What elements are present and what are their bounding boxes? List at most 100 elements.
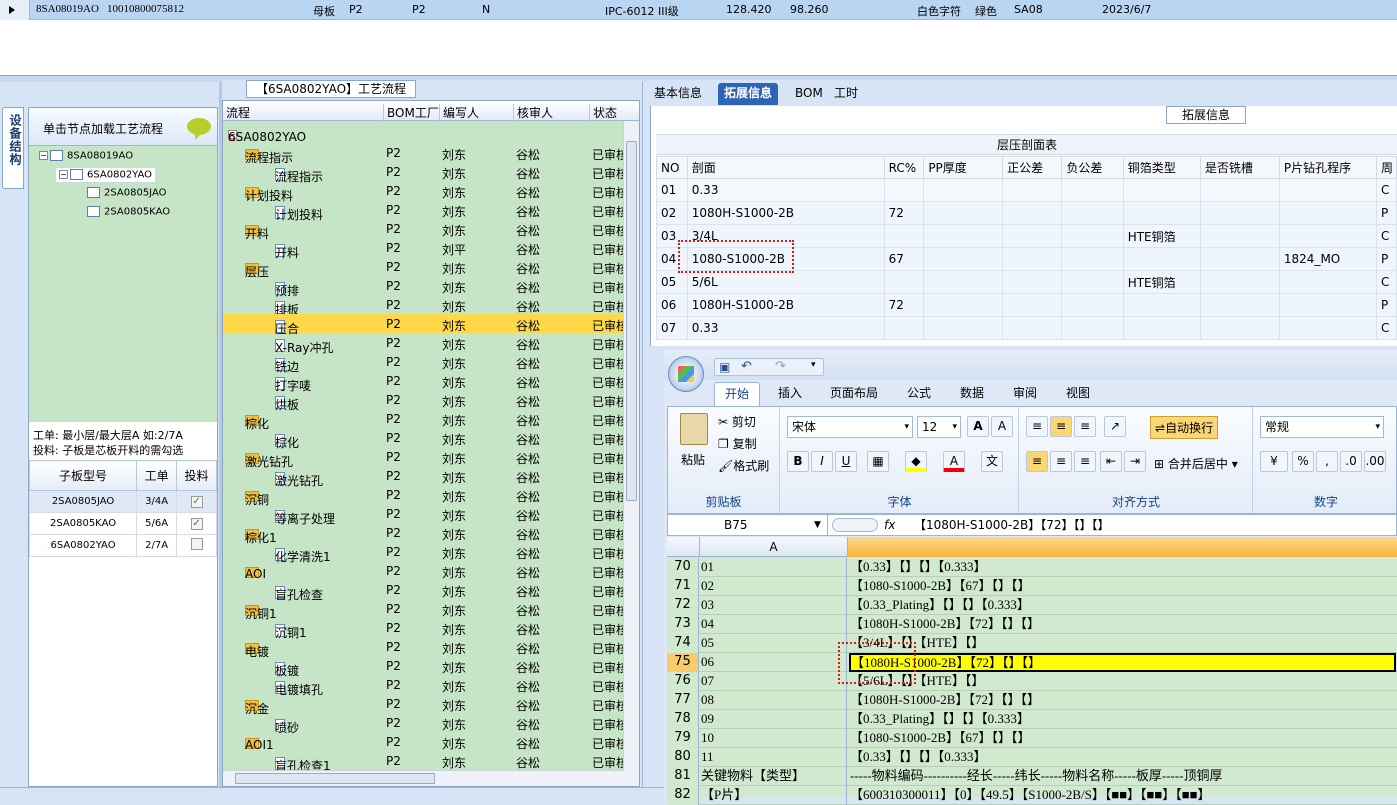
cell-b[interactable]: 【0.33】【】【】【0.333】 xyxy=(850,748,1397,767)
collapse-icon[interactable]: − xyxy=(59,169,68,179)
table-cell[interactable] xyxy=(1061,178,1124,202)
checkbox[interactable]: ✓ xyxy=(190,495,203,508)
process-row[interactable]: −沉金P2刘东谷松已审核 xyxy=(223,694,628,716)
column-b-header[interactable] xyxy=(848,537,1397,557)
table-cell[interactable]: 72 xyxy=(883,201,925,225)
table-row[interactable]: 06 1080H-S1000-2B 72 P xyxy=(656,293,1397,317)
table-cell[interactable] xyxy=(1199,316,1280,340)
cell-a[interactable]: 03 xyxy=(701,596,847,615)
formula-expand-icon[interactable] xyxy=(832,518,878,532)
sheet-row[interactable]: 81 关键物料【类型】 -----物料编码----------经长-----纬长--… xyxy=(667,767,1397,786)
cell-a[interactable]: 08 xyxy=(701,691,847,710)
table-cell[interactable] xyxy=(883,224,925,248)
row-number[interactable]: 74 xyxy=(667,634,699,653)
sheet-row[interactable]: 79 10 【1080-S1000-2B】【67】【】【】 xyxy=(667,729,1397,748)
sheet-row[interactable]: 73 04 【1080H-S1000-2B】【72】【】【】 xyxy=(667,615,1397,634)
table-cell[interactable]: HTE铜箔 xyxy=(1122,224,1201,248)
table-cell[interactable] xyxy=(923,293,1004,317)
tree-root-row[interactable]: − ⌂ 6SA0802YAO xyxy=(223,124,625,144)
table-row[interactable]: 07 0.33 C xyxy=(656,316,1397,340)
format-painter-button[interactable]: 🖌格式刷 xyxy=(718,457,769,474)
checkbox[interactable] xyxy=(190,538,203,550)
process-row[interactable]: 打字唛 P2 刘东 谷松 已审核 xyxy=(223,371,628,393)
cell-b[interactable]: -----物料编码----------经长-----纬长-----物料名称---… xyxy=(850,767,1397,786)
paste-icon[interactable] xyxy=(680,413,708,445)
ribbon-tab-data[interactable]: 数据 xyxy=(950,382,994,406)
comma-icon[interactable]: , xyxy=(1316,451,1338,472)
process-row[interactable]: −沉铜P2刘东谷松已审核 xyxy=(223,485,628,507)
table-cell[interactable] xyxy=(1002,270,1063,294)
cell-b[interactable]: 【600310300011】【0】【49.5】【S1000-2B/S】【■■】【… xyxy=(850,786,1397,805)
table-row[interactable]: 2SA0805JAO 3/4A ✓ xyxy=(28,490,217,513)
fx-icon[interactable]: fx xyxy=(884,515,895,535)
row-number[interactable]: 79 xyxy=(667,729,699,748)
col-header[interactable]: BOM工厂 xyxy=(383,104,439,122)
tree-node-root[interactable]: − 8SA08019AO xyxy=(39,150,133,162)
align-middle-icon[interactable]: ≡ xyxy=(1050,416,1072,437)
table-cell[interactable]: P xyxy=(1376,201,1397,225)
table-row[interactable]: 01 0.33 C xyxy=(656,178,1397,202)
table-cell[interactable] xyxy=(1199,178,1280,202)
col-header[interactable]: 正公差 xyxy=(1002,156,1063,179)
process-row[interactable]: 铣边 P2 刘东 谷松 已审核 xyxy=(223,352,628,374)
cell-order[interactable]: 2/7A xyxy=(136,534,178,557)
table-cell[interactable] xyxy=(883,270,925,294)
table-cell[interactable] xyxy=(1002,247,1063,271)
sheet-row[interactable]: 78 09 【0.33_Plating】【】【】【0.333】 xyxy=(667,710,1397,729)
process-row[interactable]: −沉铜1P2刘东谷松已审核 xyxy=(223,599,628,621)
col-header[interactable]: 编写人 xyxy=(439,104,479,122)
sheet-row[interactable]: 70 01 【0.33】【】【】【0.333】 xyxy=(667,558,1397,577)
table-cell[interactable]: C xyxy=(1376,270,1397,294)
increase-indent-icon[interactable]: ⇥ xyxy=(1124,451,1146,472)
row-number[interactable]: 70 xyxy=(667,558,699,577)
shrink-font-icon[interactable]: A xyxy=(991,416,1013,437)
table-cell[interactable] xyxy=(1061,316,1124,340)
table-cell[interactable] xyxy=(923,270,1004,294)
underline-icon[interactable]: U xyxy=(835,451,857,472)
table-cell[interactable] xyxy=(1061,201,1124,225)
process-row[interactable]: 板镀 P2 刘东 谷松 已审核 xyxy=(223,656,628,678)
table-cell[interactable]: HTE铜箔 xyxy=(1122,270,1201,294)
row-number[interactable]: 76 xyxy=(667,672,699,691)
office-button-icon[interactable] xyxy=(668,356,704,392)
cell-b[interactable]: 【3/4L】【】【HTE】【】 xyxy=(850,634,1397,653)
merge-center-button[interactable]: ⊞ 合并后居中 ▾ xyxy=(1154,455,1238,472)
font-size-select[interactable]: 12 xyxy=(917,416,961,438)
table-cell[interactable] xyxy=(923,178,1004,202)
table-cell[interactable]: P xyxy=(1376,293,1397,317)
table-cell[interactable]: 5/6L xyxy=(686,270,885,294)
border-icon[interactable]: ▦ xyxy=(867,451,889,472)
feed-checkbox[interactable]: ✓ xyxy=(176,512,217,535)
table-cell[interactable] xyxy=(1061,224,1124,248)
table-cell[interactable] xyxy=(1002,224,1063,248)
cell-a[interactable]: 01 xyxy=(701,558,847,577)
table-cell[interactable] xyxy=(1002,178,1063,202)
col-header[interactable]: 工单 xyxy=(136,460,178,491)
align-left-icon[interactable]: ≡ xyxy=(1026,451,1048,472)
table-cell[interactable] xyxy=(1122,293,1201,317)
row-number[interactable]: 77 xyxy=(667,691,699,710)
save-icon[interactable]: ▣ xyxy=(719,360,730,374)
process-row[interactable]: 计划投料 P2 刘东 谷松 已审核 xyxy=(223,200,628,222)
process-row[interactable]: −流程指示P2刘东谷松已审核 xyxy=(223,143,628,165)
table-cell[interactable]: 1080H-S1000-2B xyxy=(686,201,885,225)
cell-b[interactable]: 【5/6L】【】【HTE】【】 xyxy=(850,672,1397,691)
table-cell[interactable]: 67 xyxy=(883,247,925,271)
sheet-row[interactable]: 72 03 【0.33_Plating】【】【】【0.333】 xyxy=(667,596,1397,615)
table-cell[interactable] xyxy=(1061,270,1124,294)
column-a-header[interactable]: A xyxy=(699,537,848,557)
fill-color-icon[interactable]: ◆ xyxy=(905,451,927,472)
process-row[interactable]: X-Ray冲孔 P2 刘东 谷松 已审核 xyxy=(223,333,628,355)
table-row[interactable]: 6SA0802YAO 2/7A xyxy=(28,534,217,557)
cell-b[interactable]: 【1080H-S1000-2B】【72】【】【】 xyxy=(849,653,1396,672)
cell-a[interactable]: 09 xyxy=(701,710,847,729)
align-bottom-icon[interactable]: ≡ xyxy=(1074,416,1096,437)
process-row[interactable]: −开料P2刘东谷松已审核 xyxy=(223,219,628,241)
table-row[interactable]: 2SA0805KAO 5/6A ✓ xyxy=(28,512,217,535)
increase-decimal-icon[interactable]: .0 xyxy=(1340,451,1362,472)
sheet-row[interactable]: 74 05 【3/4L】【】【HTE】【】 xyxy=(667,634,1397,653)
sheet-row[interactable]: 71 02 【1080-S1000-2B】【67】【】【】 xyxy=(667,577,1397,596)
table-row[interactable]: 05 5/6L HTE铜箔 C xyxy=(656,270,1397,294)
col-header[interactable]: 剖面 xyxy=(686,156,885,179)
percent-icon[interactable]: % xyxy=(1292,451,1314,472)
